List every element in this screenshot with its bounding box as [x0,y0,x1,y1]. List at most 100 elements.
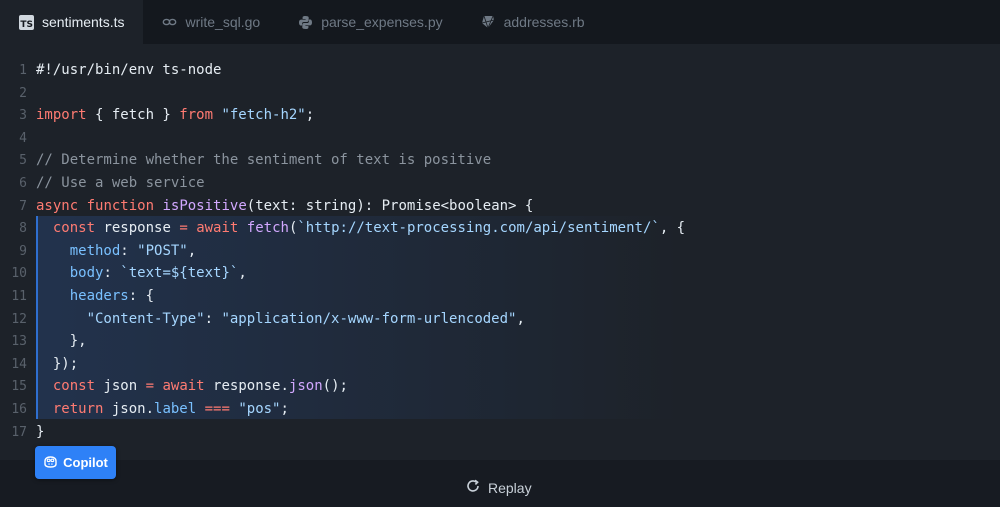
code-token: "pos" [238,400,281,417]
code-token: , { [659,220,686,237]
code-token: , [238,265,247,282]
code-token: const [52,220,96,237]
code-token: `text=${text}` [120,265,239,282]
tab-label: addresses.rb [503,14,585,30]
code-line: 2 [0,82,685,105]
line-number: 10 [11,266,27,282]
line-number: 1 [19,63,27,78]
code-token: ; [305,107,315,124]
code-token: response. [204,378,289,395]
copilot-button[interactable]: Copilot [35,446,116,479]
tab-sentiments-ts[interactable]: TS sentiments.ts [0,0,144,44]
code-token: body [69,265,104,282]
code-token: import [36,107,87,124]
code-line: 10 body: `text=${text}`, [0,262,685,285]
code-token: "POST" [137,242,188,259]
code-token: response [95,220,180,237]
code-token: : [103,265,121,282]
code-line: 3 import { fetch } from "fetch-h2"; [0,104,685,127]
tab-write-sql-go[interactable]: write_sql.go [143,0,279,44]
line-number: 17 [11,424,27,440]
code-token: await [162,378,205,395]
code-line: 9 method: "POST", [0,240,685,263]
tab-parse-expenses-py[interactable]: parse_expenses.py [279,0,461,44]
code-editor[interactable]: 1 #!/usr/bin/env ts-node 2 3 import { fetch … [0,44,1000,460]
line-number: 9 [19,243,27,259]
code-token: , [187,242,197,259]
line-number: 16 [11,401,27,417]
code-line: 4 [0,127,685,150]
code-token: "fetch-h2" [221,107,306,124]
line-number: 4 [19,130,27,146]
code-editor-window: TS sentiments.ts write_sql.go parse_expe… [0,0,1000,460]
code-token: json [288,378,323,395]
code-token: (); [322,378,348,395]
code-token: function [86,197,155,214]
typescript-icon: TS [19,14,34,30]
code-token: } [36,423,45,440]
code-token: label [154,400,197,417]
replay-icon [465,478,481,497]
code-token: return [52,400,104,417]
code-token: }); [36,355,79,372]
copilot-icon [43,455,58,471]
code-token: fetch [246,220,289,237]
line-number: 7 [19,198,27,214]
line-number: 2 [19,85,27,101]
code-token: "application/x-www-form-urlencoded" [221,310,517,327]
code-token: await [196,220,239,237]
line-number: 8 [19,221,27,237]
code-line: 16 return json.label === "pos"; [0,398,685,421]
code-line: 12 "Content-Type": "application/x-www-fo… [0,308,685,331]
code-token: (text: string): Promise<boolean> { [246,197,534,214]
code-token: from [179,107,214,124]
code-token: : [204,310,222,327]
code-token: json. [103,400,155,417]
code-line: 8 const response = await fetch(`http://t… [0,217,685,240]
tab-label: sentiments.ts [42,14,125,30]
code-token: = [179,220,188,237]
replay-label: Replay [488,479,532,496]
line-number: 15 [11,379,27,395]
tab-addresses-rb[interactable]: addresses.rb [462,0,604,44]
line-number: 5 [19,153,27,169]
code-token: headers [69,287,129,304]
code-token: json [95,378,146,395]
line-number: 11 [11,288,27,304]
code-token: ; [280,400,289,417]
go-icon [162,15,177,30]
line-number: 12 [11,311,27,327]
code-token: "Content-Type" [86,310,205,327]
code-area[interactable]: 1 #!/usr/bin/env ts-node 2 3 import { fetch … [0,59,685,443]
code-token: // Use a web service [36,174,205,191]
line-number: 3 [19,108,27,124]
code-line: 14 }); [0,353,685,376]
code-token: async [36,197,79,214]
replay-button[interactable]: Replay [465,478,532,497]
code-token: : [120,242,138,259]
tab-label: write_sql.go [185,14,261,30]
code-token: { fetch } [86,107,180,124]
code-line: 15 const json = await response.json(); [0,375,685,398]
code-token: method [69,242,121,259]
code-line: 17} [0,421,685,444]
code-token: , [516,310,525,327]
tab-bar: TS sentiments.ts write_sql.go parse_expe… [0,0,1000,44]
copilot-label: Copilot [63,455,108,470]
line-number: 13 [11,334,27,350]
line-number: 14 [11,356,27,372]
python-icon [298,15,313,30]
code-line: 13 }, [0,330,685,353]
code-token: === [204,400,230,417]
code-token: isPositive [162,197,247,214]
ruby-icon [481,15,496,30]
code-line: 6 // Use a web service [0,172,685,195]
code-token: = [145,378,155,395]
